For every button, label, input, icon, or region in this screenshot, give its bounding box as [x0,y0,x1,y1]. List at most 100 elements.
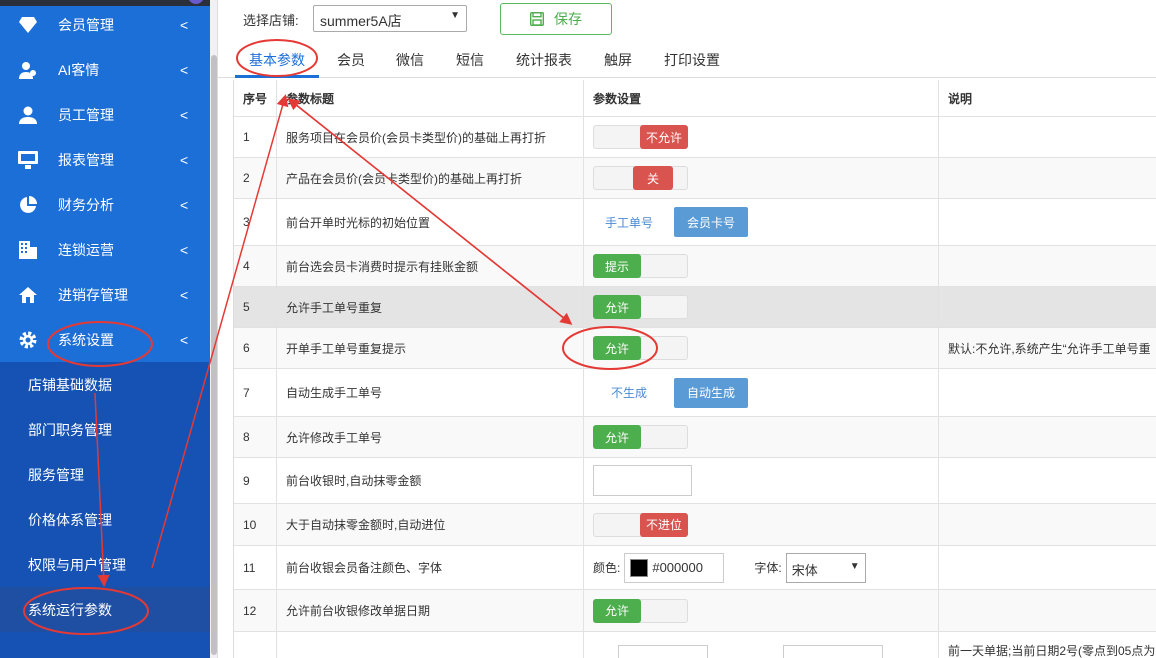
option-no-generate[interactable]: 不生成 [594,378,664,408]
sidebar-item-member-management[interactable]: 会员管理 < [0,2,210,47]
chevron-left-icon: < [180,196,189,213]
toggle-switch[interactable]: 关 [593,166,688,190]
option-manual-no[interactable]: 手工单号 [594,207,664,237]
font-label: 字体: [754,561,782,575]
font-select-value: 宋体 [791,562,818,578]
row-note [939,546,1156,589]
option-auto-generate[interactable]: 自动生成 [674,377,748,408]
tab-basic-params[interactable]: 基本参数 [249,50,305,70]
row-setting: 不进位 [584,504,939,545]
submenu-item-store-basic-data[interactable]: 店铺基础数据 [0,362,210,407]
toggle-switch[interactable]: 允许 [593,598,688,623]
sidebar-item-chain-operations[interactable]: 连锁运营 < [0,227,210,272]
submenu-item-label: 权限与用户管理 [28,556,126,573]
row-no: 11 [234,546,277,589]
submenu-item-label: 部门职务管理 [28,421,112,438]
row-setting: 不生成 自动生成 [584,369,939,416]
chevron-left-icon: < [180,286,189,303]
tab-sms[interactable]: 短信 [456,50,484,70]
color-value: #000000 [652,560,703,575]
time-input[interactable] [783,644,883,658]
toggle-switch[interactable]: 允许 [593,336,688,360]
save-label: 保存 [554,11,582,27]
sidebar-item-inventory-management[interactable]: 进销存管理 < [0,272,210,317]
sidebar-item-label: 会员管理 [58,16,114,33]
toggle-label: 允许 [593,336,641,360]
sidebar-item-system-settings[interactable]: 系统设置 < [0,317,210,362]
sidebar-item-label: 连锁运营 [58,241,114,258]
row-setting: 不允许 [584,117,939,157]
row-title: 允许修改手工单号 [277,417,584,457]
table-row: 8 允许修改手工单号 允许 [234,417,1156,458]
row-note [939,458,1156,503]
row-setting: 允许 [584,417,939,457]
table-row: 5 允许手工单号重复 允许 [234,287,1156,328]
sidebar-item-report-management[interactable]: 报表管理 < [0,137,210,182]
submenu-item-department-position[interactable]: 部门职务管理 [0,407,210,452]
sidebar: 会员管理 < AI客情 < 员工管理 < 报表管理 < 财务分析 < 连锁运营 … [0,0,210,658]
chevron-left-icon: < [180,331,189,348]
submenu-item-label: 服务管理 [28,466,84,483]
row-title: 大于自动抹零金额时,自动进位 [277,504,584,545]
row-note [939,117,1156,157]
color-picker[interactable]: #000000 [624,552,725,583]
toggle-switch[interactable]: 提示 [593,254,688,278]
sidebar-item-financial-analysis[interactable]: 财务分析 < [0,182,210,227]
submenu-item-price-system[interactable]: 价格体系管理 [0,497,210,542]
row-no: 4 [234,246,277,286]
header-note: 说明 [948,91,973,106]
row-title: 前台选会员卡消费时提示有挂账金额 [277,246,584,286]
submenu-item-label: 系统运行参数 [28,601,112,618]
row-no: 7 [234,369,277,416]
submenu-item-permissions-users[interactable]: 权限与用户管理 [0,542,210,587]
row-note: 默认:不允许,系统产生“允许手工单号重 [948,341,1151,356]
row-note: 前一天单据;当前日期2号(零点到05点为 [948,644,1156,658]
sidebar-scrollbar[interactable] [210,0,218,658]
tab-wechat[interactable]: 微信 [396,50,424,70]
monitor-icon [18,150,38,170]
header-no: 序号 [234,80,277,116]
tab-member[interactable]: 会员 [337,50,365,70]
scrollbar-thumb[interactable] [211,55,217,655]
row-title [277,632,584,658]
sidebar-item-staff-management[interactable]: 员工管理 < [0,92,210,137]
toggle-switch[interactable]: 允许 [593,295,688,319]
color-swatch [630,558,649,577]
color-label: 颜色: [593,561,621,575]
chevron-left-icon: < [180,151,189,168]
save-button[interactable]: 保存 [500,3,612,35]
table-row: 6 开单手工单号重复提示 允许 默认:不允许,系统产生“允许手工单号重 [234,328,1156,369]
row-no: 9 [234,458,277,503]
font-select[interactable]: 宋体 ▼ [785,552,866,583]
date-input[interactable] [618,644,708,658]
sidebar-item-label: AI客情 [58,61,100,78]
tab-print-settings[interactable]: 打印设置 [664,50,720,70]
submenu-item-service-management[interactable]: 服务管理 [0,452,210,497]
row-setting [584,632,939,658]
diamond-icon [18,15,38,35]
row-note [939,369,1156,416]
toggle-switch[interactable]: 不允许 [593,125,688,149]
header-setting: 参数设置 [584,80,939,116]
table-row: 11 前台收银会员备注颜色、字体 颜色: #000000 字体: 宋体 ▼ [234,546,1156,590]
user-headset-icon [18,60,38,80]
parameter-table: 序号 参数标题 参数设置 说明 1 服务项目在会员价(会员卡类型价)的基础上再打… [233,80,1156,658]
sidebar-item-ai-customer[interactable]: AI客情 < [0,47,210,92]
chevron-left-icon: < [180,106,189,123]
sidebar-item-label: 报表管理 [58,151,114,168]
row-setting: 提示 [584,246,939,286]
row-no: 10 [234,504,277,545]
table-row: 9 前台收银时,自动抹零金额 [234,458,1156,504]
tab-touchscreen[interactable]: 触屏 [604,50,632,70]
toggle-label: 允许 [593,598,641,623]
toggle-switch[interactable]: 不进位 [593,512,688,537]
store-select[interactable]: summer5A店 ▼ [313,5,467,32]
submenu-item-label: 店铺基础数据 [28,376,112,393]
option-card-no[interactable]: 会员卡号 [674,207,748,237]
toggle-label: 关 [633,166,673,190]
submenu-item-system-parameters[interactable]: 系统运行参数 [0,587,210,632]
table-row: 3 前台开单时光标的初始位置 手工单号 会员卡号 [234,199,1156,246]
toggle-switch[interactable]: 允许 [593,425,688,449]
tab-statistics[interactable]: 统计报表 [516,50,572,70]
round-off-amount-input[interactable] [593,465,692,496]
